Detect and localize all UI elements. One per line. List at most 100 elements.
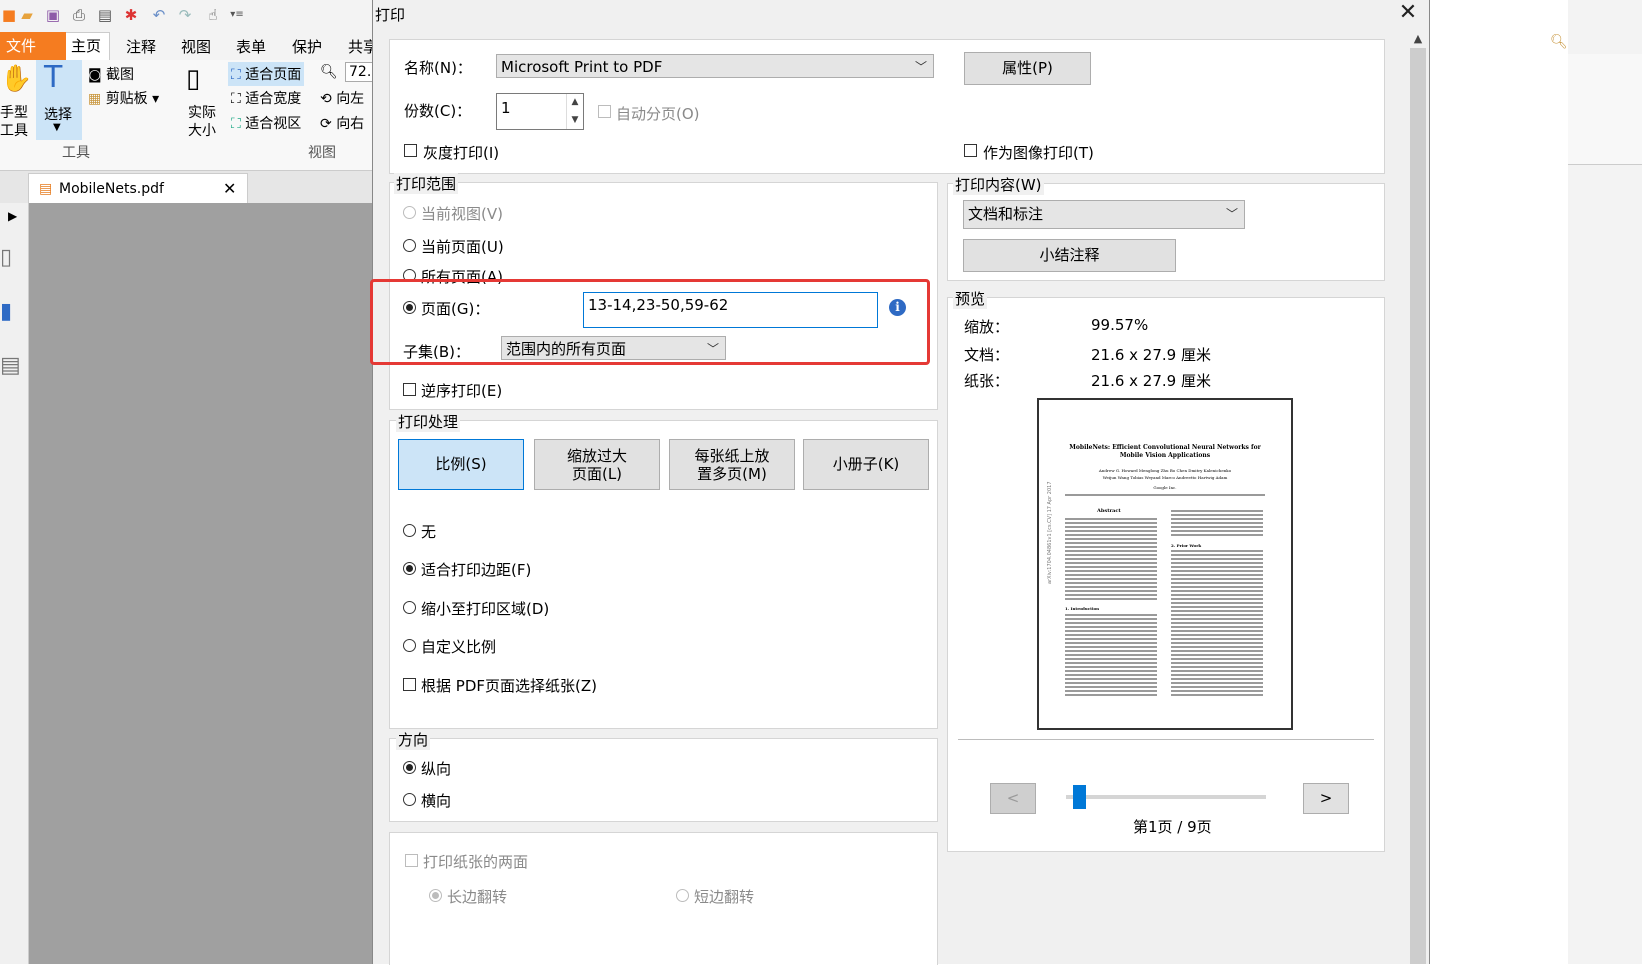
- preview-intro-heading: 1. Introduction: [1065, 606, 1100, 611]
- current-view-label: 当前视图(V): [421, 205, 503, 223]
- preview-text-line: [1171, 618, 1263, 620]
- screenshot-label: 截图: [106, 67, 135, 83]
- scan-icon[interactable]: ▤: [96, 6, 114, 24]
- choose-paper-checkbox[interactable]: [403, 678, 416, 691]
- close-tab-icon[interactable]: ✕: [223, 174, 236, 204]
- reverse-print-checkbox[interactable]: [403, 383, 416, 396]
- copies-input[interactable]: 1 ▲ ▼: [496, 93, 584, 130]
- clipboard-button[interactable]: ▦ 剪贴板 ▾: [88, 88, 159, 108]
- dialog-scrollbar[interactable]: ▲: [1409, 30, 1427, 964]
- select-button[interactable]: T 选择 ▼: [36, 60, 82, 140]
- new-icon[interactable]: ✱: [122, 6, 140, 24]
- custom-scale-label: 自定义比例: [421, 638, 497, 656]
- tab-comment[interactable]: 注释: [118, 34, 164, 60]
- chevron-down-icon: ﹀: [1225, 207, 1238, 221]
- copies-stepper[interactable]: ▲ ▼: [566, 94, 583, 129]
- tab-protect[interactable]: 保护: [284, 34, 330, 60]
- bookmarks-icon[interactable]: ▮: [0, 299, 12, 324]
- zoom-icon[interactable]: 🔍︎: [320, 64, 338, 80]
- preview-text-line: [1171, 522, 1263, 524]
- close-dialog-icon[interactable]: ✕: [1396, 0, 1420, 26]
- summarize-comments-button[interactable]: 小结注释: [963, 239, 1176, 272]
- preview-text-line: [1171, 586, 1263, 588]
- both-sides-checkbox[interactable]: [405, 854, 418, 867]
- comments-icon[interactable]: ▤: [0, 353, 21, 378]
- customize-icon[interactable]: ▾≡: [228, 6, 246, 24]
- shrink-to-area-radio[interactable]: [403, 601, 416, 614]
- preview-text-line: [1065, 590, 1157, 592]
- redo-icon[interactable]: ↷: [176, 6, 194, 24]
- shrink-to-area-label: 缩小至打印区域(D): [421, 600, 550, 618]
- touch-icon[interactable]: ☝: [204, 6, 222, 24]
- page-slider-thumb[interactable]: [1073, 785, 1086, 809]
- dialog-title: 打印: [375, 6, 406, 24]
- preview-text-line: [1171, 562, 1263, 564]
- shrink-oversize-button[interactable]: 缩放过大 页面(L): [534, 439, 660, 490]
- expand-icon[interactable]: ▶: [8, 209, 17, 223]
- collate-checkbox[interactable]: [598, 105, 611, 118]
- preview-paper-affiliation: Google Inc.: [1153, 485, 1177, 490]
- preview-text-line: [1171, 530, 1263, 532]
- actual-size-icon: ▯: [186, 64, 201, 94]
- scrollbar-thumb[interactable]: [1410, 48, 1426, 964]
- fit-visible-button[interactable]: ⛶ 适合视区: [231, 113, 301, 133]
- rotate-left-button[interactable]: ⟲ 向左: [320, 88, 364, 108]
- search-tool-icon[interactable]: 🔍︎: [1550, 34, 1568, 50]
- preview-text-line: [1065, 538, 1157, 540]
- print-content-select[interactable]: 文档和标注 ﹀: [963, 200, 1245, 229]
- preview-text-line: [1171, 662, 1263, 664]
- printer-name-label: 名称(N)：: [404, 59, 472, 77]
- portrait-radio[interactable]: [403, 761, 416, 774]
- long-edge-radio[interactable]: [429, 889, 442, 902]
- spin-up-icon[interactable]: ▲: [567, 94, 583, 112]
- tab-file[interactable]: 文件: [0, 32, 66, 60]
- save-icon[interactable]: ▣: [44, 6, 62, 24]
- scale-none-label: 无: [421, 523, 437, 541]
- spin-down-icon[interactable]: ▼: [567, 112, 583, 130]
- preview-text-line: [1171, 578, 1263, 580]
- printer-select[interactable]: Microsoft Print to PDF ﹀: [496, 54, 934, 78]
- zoom-input[interactable]: 72.: [345, 62, 376, 82]
- current-page-radio[interactable]: [403, 239, 416, 252]
- fit-page-button[interactable]: ⛶ 适合页面: [228, 62, 305, 86]
- preview-text-line: [1065, 522, 1157, 524]
- scale-button[interactable]: 比例(S): [398, 439, 524, 490]
- preview-text-line: [1065, 534, 1157, 536]
- scroll-up-icon[interactable]: ▲: [1409, 30, 1427, 48]
- hand-tool-button[interactable]: 手型 工具: [0, 104, 28, 140]
- tab-form[interactable]: 表单: [228, 34, 274, 60]
- preview-text-line: [1171, 590, 1263, 592]
- fit-width-button[interactable]: ⛶ 适合宽度: [231, 88, 301, 108]
- grayscale-checkbox[interactable]: [404, 144, 417, 157]
- ribbon: ✋ 手型 工具 T 选择 ▼ ◙ 截图 ▦ 剪贴板 ▾ 工具 ▯ 实际 大小 ⛶…: [0, 60, 390, 171]
- current-view-radio[interactable]: [403, 206, 416, 219]
- custom-scale-radio[interactable]: [403, 639, 416, 652]
- previous-page-button[interactable]: <: [990, 783, 1036, 814]
- print-icon[interactable]: ⎙: [70, 6, 88, 24]
- booklet-button[interactable]: 小册子(K): [803, 439, 929, 490]
- actual-size-button[interactable]: 实际 大小: [188, 104, 216, 140]
- rotate-left-label: 向左: [336, 91, 365, 107]
- print-as-image-checkbox[interactable]: [964, 144, 977, 157]
- rotate-right-button[interactable]: ⟳ 向右: [320, 113, 364, 133]
- undo-icon[interactable]: ↶: [150, 6, 168, 24]
- scale-none-radio[interactable]: [403, 524, 416, 537]
- properties-button[interactable]: 属性(P): [964, 52, 1091, 85]
- preview-text-line: [1171, 510, 1263, 512]
- screenshot-button[interactable]: ◙ 截图: [88, 64, 134, 84]
- document-tab[interactable]: ▤ MobileNets.pdf ✕: [28, 173, 248, 204]
- page-thumbnails-icon[interactable]: ▯: [0, 245, 12, 270]
- tab-home[interactable]: 主页: [62, 32, 111, 61]
- left-navigation-bar: ▶ ▯ ▮ ▤: [0, 203, 29, 964]
- fit-margins-radio[interactable]: [403, 562, 416, 575]
- clipboard-label: 剪贴板: [105, 91, 148, 107]
- tab-view[interactable]: 视图: [173, 34, 219, 60]
- preview-text-line: [1065, 654, 1157, 656]
- preview-text-line: [1065, 666, 1157, 668]
- multiple-pages-button[interactable]: 每张纸上放 置多页(M): [669, 439, 795, 490]
- open-icon[interactable]: ▰: [18, 6, 36, 24]
- next-page-button[interactable]: >: [1303, 783, 1349, 814]
- page-slider-track[interactable]: [1066, 795, 1266, 799]
- short-edge-radio[interactable]: [676, 889, 689, 902]
- landscape-radio[interactable]: [403, 793, 416, 806]
